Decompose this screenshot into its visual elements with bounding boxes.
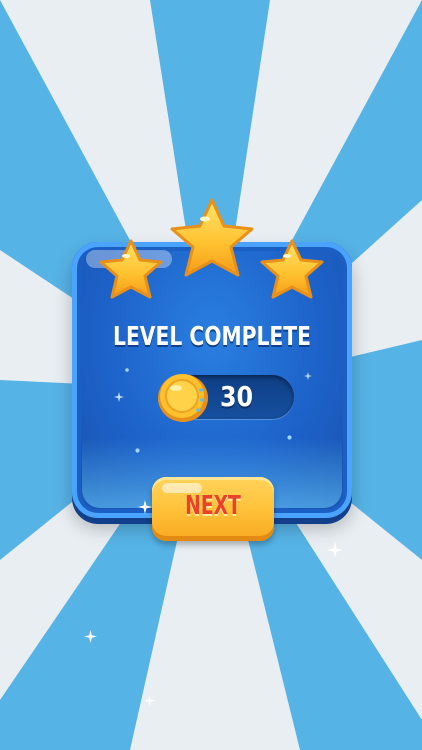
next-button[interactable]: NEXT <box>152 477 274 541</box>
sparkle-icon <box>304 372 312 380</box>
sparkle-icon <box>125 368 129 372</box>
level-complete-title: LEVEL COMPLETE <box>113 322 311 352</box>
sparkle-icon <box>114 392 124 402</box>
sparkle-icon <box>287 435 292 440</box>
sparkle-icon <box>135 448 140 453</box>
gold-coin-icon <box>158 374 208 422</box>
sparkle-icon <box>138 500 152 514</box>
next-button-label: NEXT <box>185 491 241 521</box>
sparkle-icon <box>84 630 97 643</box>
sparkle-icon <box>327 542 343 558</box>
reward-amount: 30 <box>220 380 254 413</box>
sparkle-icon <box>144 695 155 706</box>
panel-highlight <box>86 250 172 268</box>
